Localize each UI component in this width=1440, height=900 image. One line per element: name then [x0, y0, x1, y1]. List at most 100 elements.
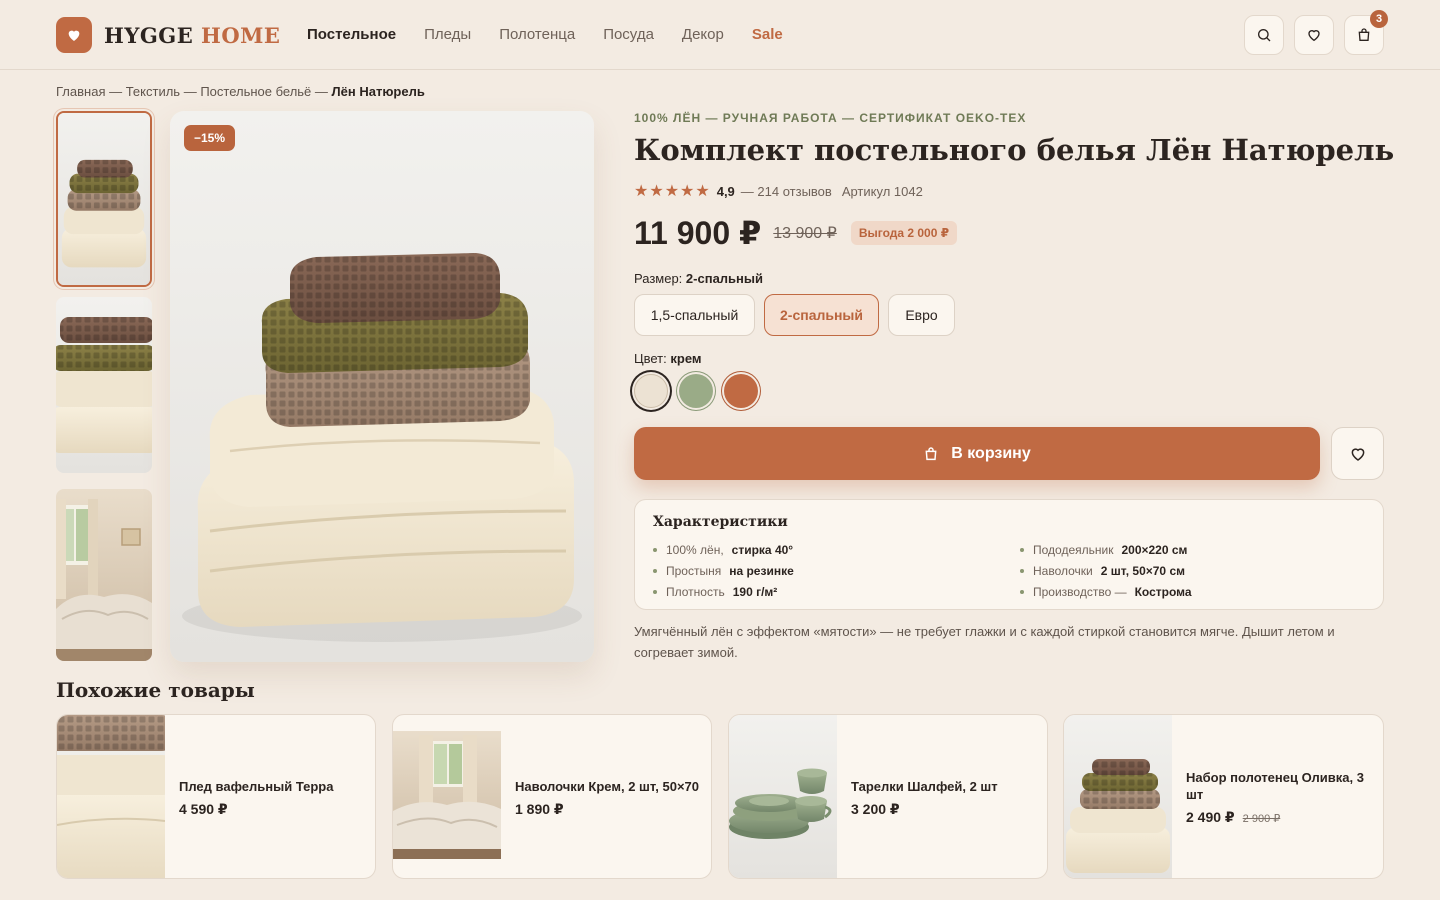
spec-value: 200×220 см: [1121, 542, 1188, 557]
nav-item-blankets[interactable]: Пледы: [424, 26, 471, 43]
spec-value: 2 шт, 50×70 см: [1100, 563, 1185, 578]
similar-card-old-price: 2 900 ₽: [1242, 813, 1281, 825]
cart-button[interactable]: 3: [1344, 10, 1388, 55]
similar-card-info: Плед вафельный Терра 4 590 ₽: [179, 715, 363, 878]
spec-row: Наволочки 2 шт, 50×70 см: [1020, 560, 1192, 581]
spec-row: Плотность 190 г/м²: [653, 581, 794, 602]
spec-row: Простыня на резинке: [653, 560, 794, 581]
reviews-link[interactable]: — 214 отзывов: [741, 184, 832, 199]
similar-card-info: Наволочки Крем, 2 шт, 50×70 1 890 ₽: [515, 715, 699, 878]
similar-card-price: 2 490 ₽ 2 900 ₽: [1186, 809, 1371, 826]
similar-card-image: [1064, 715, 1172, 878]
cart-count-badge: 3: [1370, 10, 1388, 28]
search-button[interactable]: [1244, 15, 1284, 55]
spec-row: Производство — Кострома: [1020, 581, 1192, 602]
similar-title: Похожие товары: [56, 678, 255, 702]
similar-card-price-value: 1 890 ₽: [515, 800, 564, 817]
site-header: HYGGE HOME Постельное Пледы Полотенца По…: [0, 0, 1440, 70]
spec-value: стирка 40°: [731, 542, 794, 557]
breadcrumb-item-home[interactable]: Главная: [56, 84, 105, 99]
spec-key: Производство —: [1033, 584, 1127, 599]
main-nav: Постельное Пледы Полотенца Посуда Декор …: [307, 26, 783, 43]
specs-panel: Характеристики 100% лён, стирка 40° Прост…: [634, 499, 1384, 610]
spec-value: 190 г/м²: [732, 584, 778, 599]
rating-value: 4,9: [716, 183, 735, 199]
similar-card-price: 1 890 ₽: [515, 801, 699, 818]
specs-title: Характеристики: [653, 514, 788, 530]
nav-item-tableware[interactable]: Посуда: [603, 26, 654, 43]
size-option-1-5[interactable]: 1,5-спальный: [634, 294, 755, 336]
breadcrumb-separator: —: [180, 84, 201, 99]
size-option-euro[interactable]: Евро: [888, 294, 955, 336]
similar-card[interactable]: Тарелки Шалфей, 2 шт 3 200 ₽: [728, 714, 1048, 879]
similar-card-image: [729, 715, 837, 878]
color-swatch-terracotta[interactable]: [724, 374, 758, 408]
add-to-cart-label: В корзину: [951, 444, 1031, 462]
similar-card[interactable]: Набор полотенец Оливка, 3 шт 2 490 ₽ 2 90…: [1063, 714, 1384, 879]
breadcrumb: Главная — Текстиль — Постельное бельё — …: [56, 84, 425, 99]
product-description: Умягчённый лён с эффектом «мятости» — не…: [634, 624, 1335, 660]
add-to-wishlist-button[interactable]: [1331, 427, 1384, 480]
gallery-thumb-1[interactable]: [56, 111, 152, 287]
size-option-2[interactable]: 2-спальный: [764, 294, 879, 336]
saving-badge: Выгода 2 000 ₽: [850, 221, 958, 245]
color-swatch-sage[interactable]: [679, 374, 713, 408]
size-label: Размер: 2-спальный: [634, 271, 763, 286]
breadcrumb-separator: —: [105, 84, 126, 99]
bag-icon: [925, 446, 937, 460]
size-label-text: Размер:: [634, 271, 683, 286]
current-price: 11 900 ₽: [634, 215, 762, 251]
nav-item-bedding[interactable]: Постельное: [307, 26, 396, 43]
similar-card-name: Плед вафельный Терра: [179, 778, 334, 794]
spec-key: Плотность: [666, 584, 725, 599]
color-label-value: крем: [670, 351, 702, 366]
nav-item-sale[interactable]: Sale: [752, 26, 783, 43]
bag-icon: [1358, 28, 1370, 41]
spec-row: 100% лён, стирка 40°: [653, 539, 794, 560]
wishlist-button[interactable]: [1294, 15, 1334, 55]
nav-item-decor[interactable]: Декор: [682, 26, 724, 43]
gallery-thumb-3[interactable]: [56, 489, 152, 661]
product-title: Комплект постельного белья Лён Натюрель: [634, 133, 1395, 167]
product-main-image[interactable]: −15%: [170, 111, 594, 662]
size-label-value: 2-спальный: [685, 271, 763, 286]
similar-card-info: Набор полотенец Оливка, 3 шт 2 490 ₽ 2 90…: [1186, 715, 1371, 878]
spec-value: Кострома: [1134, 584, 1192, 599]
spec-key: Наволочки: [1033, 563, 1093, 578]
similar-card-info: Тарелки Шалфей, 2 шт 3 200 ₽: [851, 715, 1035, 878]
similar-card-price: 4 590 ₽: [179, 801, 363, 818]
color-swatch-cream[interactable]: [634, 374, 668, 408]
heart-icon: [1351, 447, 1364, 461]
spec-key: 100% лён,: [666, 542, 724, 557]
gallery-thumb-2[interactable]: [56, 297, 152, 473]
price-block: 11 900 ₽ 13 900 ₽ Выгода 2 000 ₽: [634, 214, 958, 252]
similar-card-name: Тарелки Шалфей, 2 шт: [851, 778, 998, 794]
similar-card-name: Набор полотенец Оливка, 3 шт: [1186, 770, 1364, 802]
old-price: 13 900 ₽: [773, 225, 837, 242]
search-icon: [1258, 29, 1271, 42]
spec-key: Пододеяльник: [1033, 542, 1114, 557]
star-icon: ★★★★★: [634, 183, 711, 200]
similar-card[interactable]: Плед вафельный Терра 4 590 ₽: [56, 714, 376, 879]
product-rating: ★★★★★ 4,9 — 214 отзывов Артикул 1042: [634, 181, 923, 201]
spec-row: Пододеяльник 200×220 см: [1020, 539, 1192, 560]
similar-card-price-value: 3 200 ₽: [851, 800, 900, 817]
similar-card-price: 3 200 ₽: [851, 801, 1035, 818]
add-to-cart-button[interactable]: В корзину: [634, 427, 1320, 480]
breadcrumb-current: Лён Натюрель: [331, 84, 425, 99]
similar-card-name: Наволочки Крем, 2 шт, 50×70: [515, 778, 699, 794]
nav-item-towels[interactable]: Полотенца: [499, 26, 575, 43]
breadcrumb-separator: —: [311, 84, 332, 99]
product-eyebrow: 100% ЛЁН — РУЧНАЯ РАБОТА — СЕРТИФИКАТ OE…: [634, 111, 1027, 125]
similar-card-image: [393, 731, 501, 859]
logo[interactable]: HYGGE HOME: [56, 17, 280, 53]
similar-card[interactable]: Наволочки Крем, 2 шт, 50×70 1 890 ₽: [392, 714, 712, 879]
similar-card-image: [57, 715, 165, 878]
heart-icon: [1308, 30, 1320, 42]
color-label: Цвет: крем: [634, 351, 702, 366]
brand-name-part1: HYGGE: [104, 22, 194, 48]
breadcrumb-item-textile[interactable]: Текстиль: [126, 84, 180, 99]
breadcrumb-item-bedding[interactable]: Постельное бельё: [200, 84, 311, 99]
brand-name: HYGGE HOME: [104, 23, 280, 48]
brand-name-part2: HOME: [201, 22, 281, 48]
